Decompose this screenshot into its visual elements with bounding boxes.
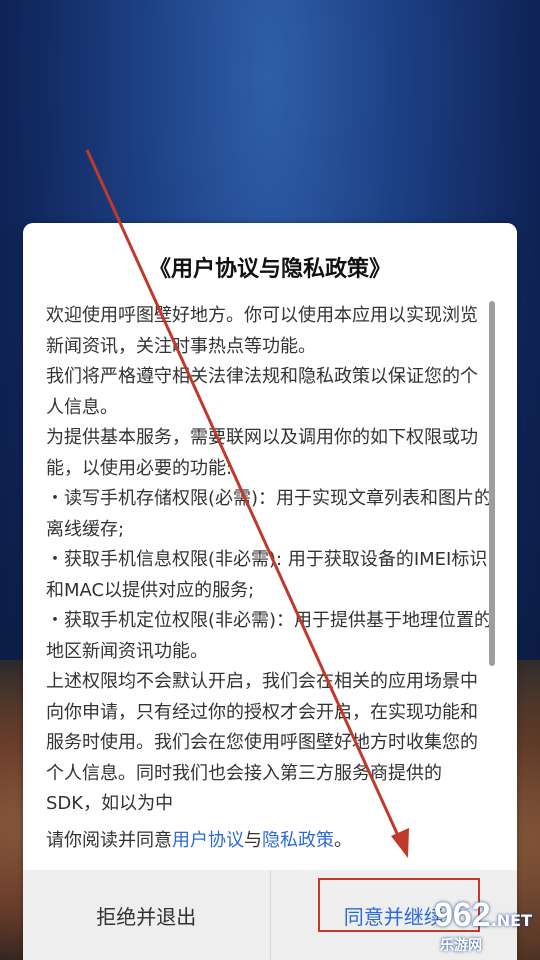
consent-suffix: 。 [334, 830, 352, 851]
decline-button[interactable]: 拒绝并退出 [23, 870, 271, 960]
user-agreement-link[interactable]: 用户协议 [172, 830, 244, 851]
consent-line: 请你阅读并同意用户协议与隐私政策。 [46, 825, 495, 857]
dialog-title: 《用户协议与隐私政策》 [148, 257, 391, 282]
permission-storage: ・读写手机存储权限(必需)：用于实现文章列表和图片的离线缓存; [46, 488, 493, 540]
site-watermark: 962.NET 乐游网 [434, 896, 532, 955]
consent-middle: 与 [244, 830, 262, 851]
watermark-site: 乐游网 [439, 938, 482, 954]
consent-prefix: 请你阅读并同意 [46, 830, 172, 851]
privacy-policy-link[interactable]: 隐私政策 [262, 830, 334, 851]
watermark-number: 962 [433, 896, 491, 934]
agreement-text[interactable]: 欢迎使用呼图壁好地方。你可以使用本应用以实现浏览新闻资讯，关注时事热点等功能。 … [46, 301, 495, 829]
privacy-dialog: 《用户协议与隐私政策》 欢迎使用呼图壁好地方。你可以使用本应用以实现浏览新闻资讯… [23, 223, 517, 960]
paragraph-permissions-intro: 为提供基本服务，需要联网以及调用你的如下权限或功能，以使用必要的功能: [46, 427, 478, 479]
paragraph-welcome: 欢迎使用呼图壁好地方。你可以使用本应用以实现浏览新闻资讯，关注时事热点等功能。 [46, 305, 478, 357]
permission-location: ・获取手机定位权限(非必需)：用于提供基于地理位置的地区新闻资讯功能。 [46, 610, 493, 662]
permission-phone-info: ・获取手机信息权限(非必需): 用于获取设备的IMEI标识和MAC以提供对应的服… [46, 549, 488, 601]
scrollbar[interactable] [489, 301, 495, 666]
paragraph-notice: 上述权限均不会默认开启，我们会在相关的应用场景中向你申请，只有经过你的授权才会开… [46, 671, 478, 814]
watermark-suffix: .NET [490, 911, 532, 930]
paragraph-compliance: 我们将严格遵守相关法律法规和隐私政策以保证您的个人信息。 [46, 366, 478, 418]
